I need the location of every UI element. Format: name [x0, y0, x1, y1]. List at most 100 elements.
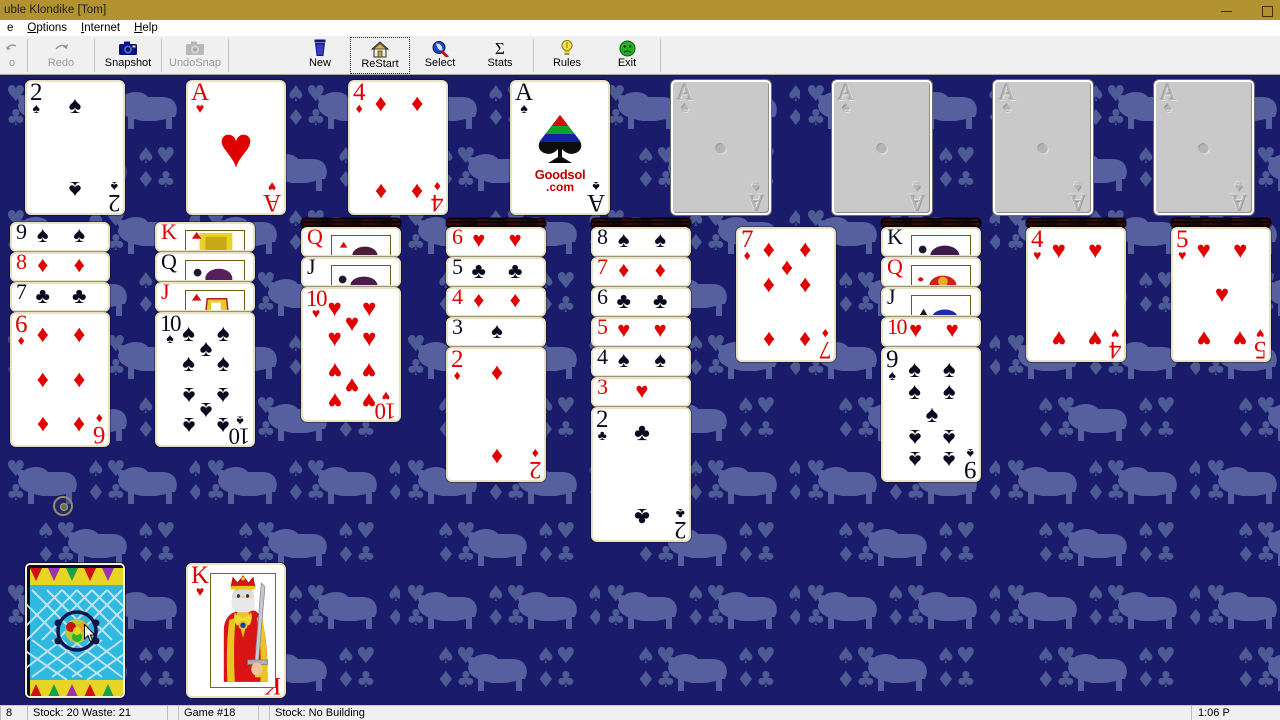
diamond-icon: ♦ [473, 287, 485, 312]
foundation-card-1[interactable]: 2 ♠ 2 ♠ ♠ ♠ [25, 80, 125, 215]
card-corner-top: Q [887, 257, 903, 279]
diamond-icon: ♦ [411, 177, 424, 205]
heart-icon: ♥ [362, 387, 377, 415]
diamond-icon: ♦ [73, 365, 86, 393]
tableau-card-c5-7[interactable]: 2 ♣ 2 ♣ ♣ ♣ [591, 407, 691, 542]
tableau-card-c3-1[interactable]: Q [301, 227, 401, 257]
spade-icon: ♠ [216, 349, 230, 377]
tableau-card-c7-5[interactable]: 9 ♠ 9 ♠ ♠ ♠ ♠ ♠ ♠ ♠ ♠ ♠ ♠ [881, 347, 981, 482]
club-icon: ♣ [35, 282, 50, 308]
stock-pile[interactable] [25, 563, 125, 698]
foundation-card-3[interactable]: 4 ♦ 4 ♦ ♦ ♦ ♦ ♦ [348, 80, 448, 215]
waste-pile[interactable]: K ♥ K ♥ [186, 563, 286, 698]
toolbar-button-rules[interactable]: Rules [537, 37, 597, 74]
heart-icon: ♥ [218, 114, 254, 180]
foundation-card-4[interactable]: A ♠ A ♠ Goodsol .com [510, 80, 610, 215]
tableau-card-c2-1[interactable]: K [155, 222, 255, 252]
tableau-card-c7-2[interactable]: Q [881, 257, 981, 287]
toolbar-button-stats[interactable]: Σ Stats [470, 37, 530, 74]
diamond-icon: ♦ [780, 254, 794, 282]
tableau-card-c4-1[interactable]: 6 ♥ ♥ [446, 227, 546, 257]
maximize-icon[interactable] [1260, 3, 1274, 17]
undo-icon [4, 39, 20, 57]
spade-icon: ♠ [1073, 178, 1082, 194]
tableau-card-c2-4[interactable]: 10 ♠ 10 ♠ ♠ ♠ ♠ ♠ ♠ ♠ ♠ ♠ ♠ ♠ [155, 312, 255, 447]
tableau-card-c3-3[interactable]: 10 ♥ 10 ♥ ♥ ♥ ♥ ♥ ♥ ♥ ♥ ♥ ♥ ♥ [301, 287, 401, 422]
face-icon [619, 39, 636, 57]
tableau-card-c1-1[interactable]: 9 ♠ ♠ [10, 222, 110, 252]
tableau-card-c5-3[interactable]: 6 ♣ ♣ [591, 287, 691, 317]
field-marker [53, 496, 73, 516]
toolbar-button-new[interactable]: New [290, 37, 350, 74]
toolbar-button-restart[interactable]: ReStart [350, 37, 410, 74]
heart-icon: ♥ [362, 324, 377, 352]
toolbar-button-undo[interactable]: o [0, 37, 24, 74]
menu-item-options[interactable]: Options [20, 22, 74, 34]
tableau-card-c5-1[interactable]: 8 ♠ ♠ [591, 227, 691, 257]
menu-internet-rest: nternet [84, 22, 121, 34]
toolbar-gap [232, 37, 290, 74]
heart-icon: ♥ [1233, 237, 1248, 265]
spade-icon: ♠ [617, 227, 630, 252]
tableau-card-c5-6[interactable]: 3 ♥ [591, 377, 691, 407]
minimize-icon[interactable] [1220, 3, 1234, 17]
foundation-slot-8[interactable]: A ♠ ● A ♠ [1154, 80, 1254, 215]
card-pips: ♣ ♣ [593, 409, 689, 540]
court-art-king-spades [911, 235, 971, 255]
tableau-card-c6-1[interactable]: 7 ♦ 7 ♦ ♦ ♦ ♦ ♦ ♦ ♦ ♦ [736, 227, 836, 362]
toolbar-button-snapshot[interactable]: Snapshot [98, 37, 158, 74]
status-spacer [168, 705, 179, 720]
heart-icon: ♥ [362, 294, 377, 322]
game-table[interactable]: ♠ ♥ ♦ ♣ ♠ ♥ ♦ ♣ ♠ ♥ ♦ ♣ ♠ ♥ ♦ [0, 75, 1280, 705]
tableau-card-c4-2[interactable]: 5 ♣ ♣ [446, 257, 546, 287]
court-art-king-hearts [210, 573, 276, 688]
window-title: uble Klondike [Tom] [4, 4, 107, 16]
menu-item-help[interactable]: Help [127, 22, 165, 34]
toolbar-button-undosnap[interactable]: UndoSnap [165, 37, 225, 74]
spade-icon: ♠ [491, 317, 503, 343]
tableau-card-c7-3[interactable]: J [881, 287, 981, 317]
toolbar-button-redo[interactable]: Redo [31, 37, 91, 74]
card-pips: ♥ ♥ ♥ ♥ ♥ [1173, 229, 1269, 360]
spade-icon: ♠ [182, 349, 196, 377]
tableau-card-c5-5[interactable]: 4 ♠ ♠ [591, 347, 691, 377]
tableau-card-c9-1[interactable]: 5 ♥ 5 ♥ ♥ ♥ ♥ ♥ ♥ [1171, 227, 1271, 362]
diamond-icon: ♦ [73, 252, 85, 277]
foundation-slot-7[interactable]: A ♠ ● A ♠ [993, 80, 1093, 215]
tableau-card-c1-3[interactable]: 7 ♣ ♣ [10, 282, 110, 312]
menu-item-game[interactable]: e [0, 22, 20, 34]
club-icon: ♣ [634, 503, 650, 531]
ghost-ace-bottom: A ♠ [747, 178, 764, 214]
menu-item-internet[interactable]: Internet [74, 22, 127, 34]
card-corner-top: J [887, 287, 896, 309]
tableau-card-c4-5[interactable]: 2 ♦ 2 ♦ ♦ ♦ [446, 347, 546, 482]
spade-icon: ♠ [216, 412, 230, 440]
tableau-card-c7-4[interactable]: 10 ♥ ♥ [881, 317, 981, 347]
tableau-card-c1-2[interactable]: 8 ♦ ♦ [10, 252, 110, 282]
tableau-card-c3-2[interactable]: J [301, 257, 401, 287]
tableau-card-c1-4[interactable]: 6 ♦ 6 ♦ ♦ ♦ ♦ ♦ ♦ ♦ [10, 312, 110, 447]
tableau-card-c2-3[interactable]: J [155, 282, 255, 312]
tableau-card-c5-4[interactable]: 5 ♥ ♥ [591, 317, 691, 347]
diamond-icon: ♦ [411, 90, 424, 118]
tableau-card-c4-4[interactable]: 3 ♠ [446, 317, 546, 347]
magnifier-icon [431, 39, 449, 57]
heart-icon: ♥ [635, 377, 649, 403]
ghost-marker: ● [875, 134, 889, 160]
tableau-card-c2-2[interactable]: Q [155, 252, 255, 282]
foundation-card-2[interactable]: A ♥ A ♥ ♥ [186, 80, 286, 215]
tableau-card-c4-3[interactable]: 4 ♦ ♦ [446, 287, 546, 317]
foundation-slot-5[interactable]: A ♠ ● A ♠ [671, 80, 771, 215]
toolbar: o Redo Snapshot UndoSnap New ReStart Sel… [0, 37, 1280, 75]
toolbar-button-exit[interactable]: Exit [597, 37, 657, 74]
spade-icon: ♠ [1003, 100, 1012, 116]
tableau-card-c8-1[interactable]: 4 ♥ 4 ♥ ♥ ♥ ♥ ♥ [1026, 227, 1126, 362]
spade-icon: ♠ [216, 319, 230, 347]
tableau-card-c5-2[interactable]: 7 ♦ ♦ [591, 257, 691, 287]
foundation-slot-6[interactable]: A ♠ ● A ♠ [832, 80, 932, 215]
tableau-card-c7-1[interactable]: K [881, 227, 981, 257]
card-pips: ♦ ♦ ♦ ♦ ♦ ♦ [12, 314, 108, 445]
toolbar-label-select: Select [424, 57, 456, 69]
spade-icon: ♠ [36, 222, 49, 247]
toolbar-button-select[interactable]: Select [410, 37, 470, 74]
